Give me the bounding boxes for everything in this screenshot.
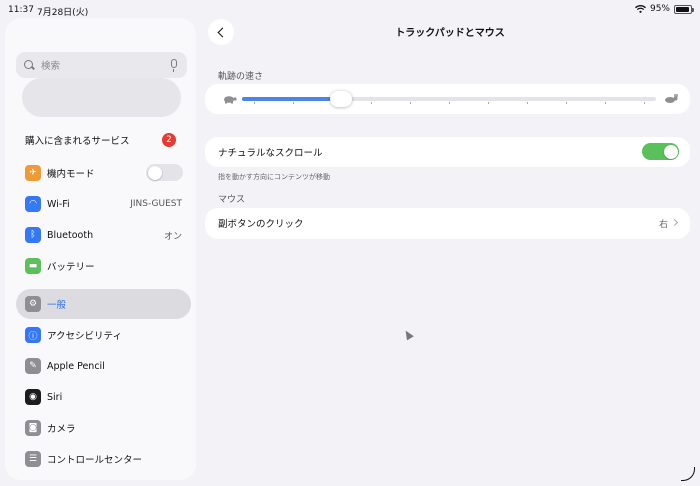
toggle-knob — [147, 165, 162, 180]
battery-icon: ▬ — [25, 258, 41, 274]
sidebar-item-label: アクセシビリティ — [47, 331, 122, 342]
sidebar-item-gear[interactable]: ⚙ 一般 — [16, 289, 191, 319]
sidebar-item-label: Apple Pencil — [47, 360, 105, 372]
tracking-speed-card — [205, 84, 690, 114]
wifi-status-icon — [635, 5, 646, 13]
included-services-row[interactable]: 購入に含まれるサービス 2 — [25, 130, 185, 150]
natural-scroll-toggle[interactable] — [642, 143, 679, 160]
slider-tick — [293, 102, 294, 104]
secondary-click-value: 右 — [658, 220, 668, 230]
sidebar-item-airplane[interactable]: ✈ 機内モード — [16, 158, 191, 188]
status-time: 11:37 — [8, 5, 34, 15]
battery-fill — [676, 6, 690, 12]
slider-tick — [371, 102, 372, 104]
corner-indicator-icon — [681, 467, 695, 481]
sidebar-item-label: 機内モード — [47, 169, 95, 180]
microphone-icon[interactable] — [171, 59, 177, 72]
sidebar-item-siri[interactable]: ◉ Siri — [16, 382, 191, 412]
chevron-left-icon — [217, 27, 228, 37]
airplane-mode-toggle[interactable] — [146, 164, 183, 181]
sidebar-item-value: オン — [163, 231, 182, 242]
slider-tick — [566, 102, 567, 104]
slider-tick — [254, 102, 255, 104]
sidebar-item-label: 一般 — [47, 300, 67, 311]
sidebar-item-label: Siri — [47, 391, 63, 403]
battery-status-icon — [674, 4, 694, 14]
sidebar-item-accessibility[interactable]: ⓘ アクセシビリティ — [16, 320, 191, 350]
sidebar-item-battery[interactable]: ▬ バッテリー — [16, 251, 191, 281]
slider-tick — [488, 102, 489, 104]
slider-tick — [644, 102, 645, 104]
sidebar-item-label: Wi-Fi — [47, 198, 70, 210]
slider-tick — [605, 102, 606, 104]
accessibility-icon: ⓘ — [25, 327, 41, 343]
slider-tick — [449, 102, 450, 104]
bluetooth-icon: ᛒ — [25, 227, 41, 243]
back-button[interactable] — [208, 19, 234, 45]
secondary-click-row[interactable]: 副ボタンのクリック 右 — [205, 208, 690, 239]
rabbit-icon — [665, 94, 678, 103]
status-indicators: 95% — [635, 4, 694, 14]
apple-account-card[interactable] — [22, 78, 181, 117]
sidebar-item-label: Bluetooth — [47, 229, 94, 241]
natural-scroll-label: ナチュラルなスクロール — [218, 148, 323, 159]
pencil-icon: ✎ — [25, 358, 41, 374]
toggle-knob — [663, 144, 678, 159]
slider-fill — [242, 97, 342, 101]
natural-scroll-row: ナチュラルなスクロール — [205, 137, 690, 167]
pointer-cursor-icon — [402, 328, 414, 341]
siri-icon: ◉ — [25, 389, 41, 405]
notification-badge: 2 — [162, 133, 176, 147]
tracking-speed-label: 軌跡の速さ — [218, 72, 264, 82]
mouse-section-label: マウス — [218, 195, 246, 205]
tracking-speed-slider[interactable] — [242, 97, 656, 101]
status-date: 7月28日(火) — [37, 8, 89, 18]
turtle-icon — [224, 96, 237, 104]
status-bar: 11:37 7月28日(火) 95% — [0, 0, 700, 20]
airplane-icon: ✈ — [25, 165, 41, 181]
sidebar-item-value: JINS-GUEST — [130, 199, 182, 209]
battery-percent: 95% — [649, 4, 670, 14]
sidebar-item-wifi[interactable]: ◠ Wi-Fi JINS-GUEST — [16, 189, 191, 219]
gear-icon: ⚙ — [25, 296, 41, 312]
included-services-label: 購入に含まれるサービス — [25, 136, 130, 147]
control-center-icon: ☰ — [25, 451, 41, 467]
secondary-click-label: 副ボタンのクリック — [218, 219, 304, 230]
slider-tick — [410, 102, 411, 104]
slider-tick — [527, 102, 528, 104]
sidebar-item-bluetooth[interactable]: ᛒ Bluetooth オン — [16, 220, 191, 250]
sidebar-item-label: バッテリー — [47, 262, 95, 273]
search-icon — [24, 59, 35, 71]
sidebar-item-control-center[interactable]: ☰ コントロールセンター — [16, 444, 191, 474]
camera-icon: ◙ — [25, 420, 41, 436]
chevron-right-icon — [670, 218, 679, 227]
sidebar-item-label: コントロールセンター — [47, 455, 143, 466]
sidebar-item-pencil[interactable]: ✎ Apple Pencil — [16, 351, 191, 381]
slider-knob[interactable] — [330, 91, 353, 107]
search-field[interactable]: 検索 — [16, 52, 187, 78]
wifi-icon: ◠ — [25, 196, 41, 212]
settings-sidebar: 検索 購入に含まれるサービス 2 ✈ 機内モード ◠ Wi-Fi JINS-GUEST ᛒ… — [5, 18, 196, 480]
search-placeholder: 検索 — [41, 61, 61, 72]
sidebar-item-camera[interactable]: ◙ カメラ — [16, 413, 191, 443]
page-title: トラックパッドとマウス — [395, 28, 505, 39]
sidebar-item-label: カメラ — [47, 424, 76, 435]
natural-scroll-note: 指を動かす方向にコンテンツが移動 — [218, 173, 330, 181]
